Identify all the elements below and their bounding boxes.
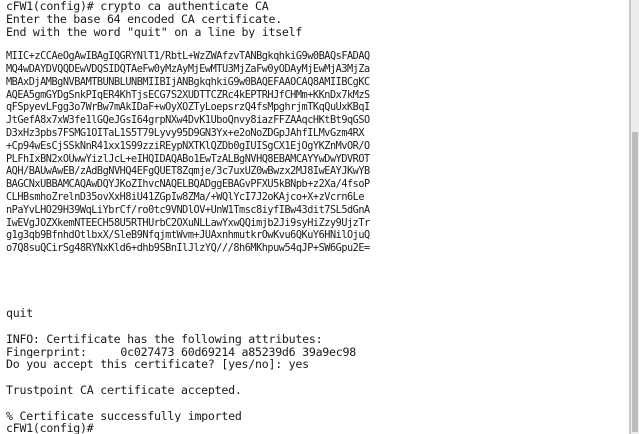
certificate-data-line: JtGefA8x7xW3fe1lGQeJGsI64grpNXw4DvK1UboQ…: [6, 115, 370, 127]
certificate-data-line: AQH/BAUwAwEB/zAdBgNVHQ4EFgQUET8Zqmje/3c7…: [6, 166, 370, 178]
certificate-data-line: BAGCNxUBBAMCAQAwDQYJKoZIhvcNAQELBQADggEB…: [6, 179, 370, 191]
certificate-data-line: AQEA5gmGYDgSnkPIqER4KhTjsECG7S2XUDTTCZRc…: [6, 89, 370, 101]
certificate-data-line: g1g3qb9BfnhdOtlbxX/SleB9NfqjmtWvm+JUAxnh…: [6, 230, 370, 242]
certificate-data-line: +Cp94wEsCjSSkNnR41xx1S99zziREypNXTKlQZDb…: [6, 140, 370, 152]
certificate-data-line: MIIC+zCCAeOgAwIBAgIQGRYNlT1/RbtL+WzZWAfz…: [6, 51, 370, 63]
certificate-data-line: qFSpyevLFgg3o7WrBw7mAkIDaF+wOyXOZTyLoeps…: [6, 102, 370, 114]
fingerprint-line: Fingerprint: 0c027473 60d69214 a85239d6 …: [6, 345, 356, 359]
vertical-scrollbar[interactable]: [630, 0, 639, 434]
certificate-data-line: CLHBsmhoZrelnD35ovXxH8iU41ZGpIw8ZMa/+WQl…: [6, 191, 365, 203]
certificate-data-line: nPaYvLHO29H39WqLiYbrCf/ro0tc9VNDlOV+UnW1…: [6, 204, 370, 216]
quit-line: quit: [6, 307, 33, 320]
terminal-output[interactable]: cFW1(config)# crypto ca authenticate CA …: [0, 0, 630, 434]
certificate-data-line: D3xHz3pbs7FSMG1OITaL1S5T79Lyvy95D9GN3Yx+…: [6, 127, 365, 139]
certificate-data-line: IwEVgJOZXkemNTEECH58U5RTHUrbC2OXuNLLawYx…: [6, 217, 370, 229]
command-prompt-line: cFW1(config)# crypto ca authenticate CA: [6, 0, 269, 13]
command-prompt-line: cFW1(config)#: [6, 422, 94, 434]
scrollbar-thumb[interactable]: [632, 132, 638, 432]
info-line: INFO: Certificate has the following attr…: [6, 332, 323, 346]
certificate-data-line: o7Q8suQCirSg48RYNxKld6+dhb9SBnIlJlzYQ///…: [6, 243, 370, 255]
success-message-line: % Certificate successfully imported: [6, 409, 242, 423]
certificate-data-line: MQ4wDAYDVQQDEwVDQSIDQTAeFw0yMzAyMjEwMTU3…: [6, 63, 370, 75]
instruction-line: Enter the base 64 encoded CA certificate…: [6, 12, 282, 26]
accept-prompt-line: Do you accept this certificate? [yes/no]…: [6, 358, 309, 372]
certificate-data-line: MBAxDjAMBgNVBAMTBUNBLUNBMIIBIjANBgkqhkiG…: [6, 76, 370, 88]
instruction-line: End with the word "quit" on a line by it…: [6, 25, 303, 39]
trustpoint-accepted-line: Trustpoint CA certificate accepted.: [6, 383, 242, 397]
certificate-data-line: PLFhIxBN2xOUwwYizlJcL+eIHQIDAQABo1EwTzAL…: [6, 153, 370, 165]
